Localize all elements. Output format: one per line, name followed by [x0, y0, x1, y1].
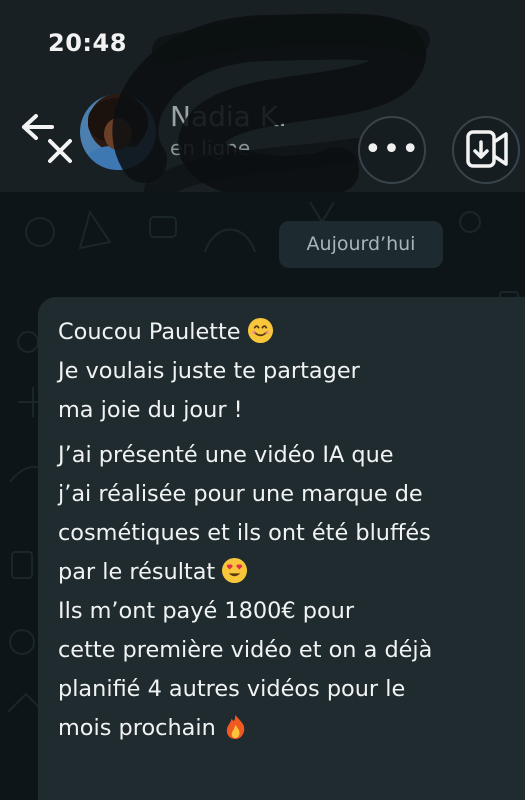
smiling-face-emoji — [247, 317, 273, 344]
message-line: mois prochain — [58, 709, 525, 748]
avatar-face — [104, 118, 132, 150]
heart-eyes-emoji — [222, 557, 248, 584]
date-chip: Aujourd’hui — [279, 221, 443, 268]
chat-screen: 20:48 Nadia K. en ligne ••• Aujourd’hui … — [0, 0, 525, 800]
contact-status: en ligne — [170, 136, 251, 160]
message-bubble[interactable]: Coucou Paulette Je voulais juste te part… — [38, 297, 525, 800]
message-line: j’ai réalisée pour une marque de — [58, 481, 423, 507]
more-dots-icon: ••• — [363, 132, 421, 167]
more-options-button[interactable]: ••• — [358, 116, 426, 184]
video-call-button[interactable] — [452, 116, 520, 184]
message-line: cosmétiques et ils ont été bluffés — [58, 520, 431, 546]
status-time: 20:48 — [48, 29, 127, 57]
message-text: par le résultat — [58, 559, 216, 585]
message-line: ma joie du jour ! — [58, 397, 243, 423]
message-line: Je voulais juste te partager — [58, 358, 360, 384]
back-close-icon[interactable] — [20, 113, 76, 165]
message-line: Coucou Paulette — [58, 313, 525, 352]
message-text: Coucou Paulette — [58, 319, 241, 345]
message-line: cette première vidéo et on a déjà — [58, 637, 433, 663]
message-line: par le résultat — [58, 553, 525, 592]
avatar[interactable] — [80, 94, 156, 170]
message-line: planifié 4 autres vidéos pour le — [58, 676, 406, 702]
message-text: mois prochain — [58, 715, 216, 741]
video-call-icon — [466, 130, 508, 168]
contact-info[interactable]: Nadia K. en ligne — [170, 100, 287, 162]
fire-emoji — [226, 714, 245, 740]
chat-header: 20:48 Nadia K. en ligne ••• — [0, 0, 525, 200]
message-line: Ils m’ont payé 1800€ pour — [58, 598, 355, 624]
message-line: J’ai présenté une vidéo IA que — [58, 442, 394, 468]
contact-name: Nadia K. — [170, 100, 287, 133]
